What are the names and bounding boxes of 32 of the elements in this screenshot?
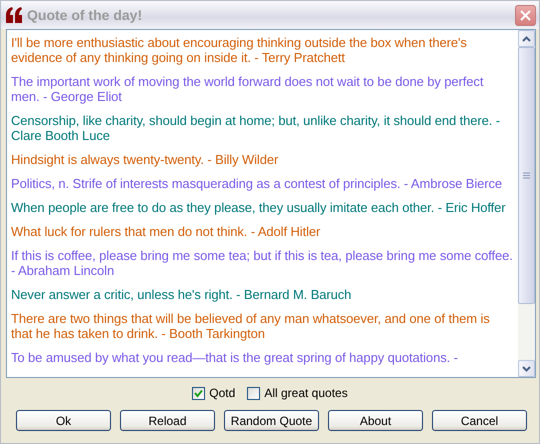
checkbox-label: Qotd <box>209 386 236 400</box>
scroll-thumb[interactable] <box>518 47 535 304</box>
quote-mark-icon <box>5 6 23 24</box>
quote-text: If this is coffee, please bring me some tea; but if this is tea, please bring me some coffee. - Abraham Lincoln <box>11 248 514 278</box>
close-button[interactable] <box>515 4 536 26</box>
checkbox[interactable] <box>247 386 260 400</box>
window-title: Quote of the day! <box>27 7 144 23</box>
grip-icon <box>523 172 530 179</box>
close-icon <box>519 8 532 22</box>
quote-text: What luck for rulers that men do not think. - Adolf Hitler <box>11 224 322 239</box>
chevron-up-icon <box>522 36 531 42</box>
quote-text: There are two things that will be believed of any man whatsoever, and one of them is that he has taken to drink. - Booth Tarkington <box>11 311 491 341</box>
quote-text: Politics, n. Strife of interests masquerading as a contest of principles. - Ambrose Bierce <box>11 176 504 191</box>
scroll-up-button[interactable] <box>518 30 535 47</box>
quote-text: Censorship, like charity, should begin at home; but, unlike charity, it should end there. - Clare Booth Luce <box>11 113 502 143</box>
scrollbar[interactable] <box>518 30 535 377</box>
dialog-button[interactable]: Reload <box>120 410 215 431</box>
check-icon <box>194 388 204 398</box>
quote-text: The important work of moving the world forward does not wait to be done by perfect men. - George Eliot <box>11 74 484 104</box>
chevron-down-icon <box>522 366 531 372</box>
checkbox-label: All great quotes <box>264 386 348 400</box>
dialog-button[interactable]: Ok <box>16 410 111 431</box>
quote-text: To be amused by what you read—that is the great spring of happy quotations. - <box>11 350 459 365</box>
quote-text: I'll be more enthusiastic about encouraging thinking outside the box when there's evidence of any thinking going on inside it. - Terry Pratchett <box>11 35 468 65</box>
dialog-button[interactable]: Cancel <box>432 410 527 431</box>
quote-text: When people are free to do as they please, they usually imitate each other. - Eric Hoffer <box>11 200 507 215</box>
dialog-button[interactable]: About <box>328 410 423 431</box>
scroll-down-button[interactable] <box>518 360 535 377</box>
quote-text: Never answer a critic, unless he's right. - Bernard M. Baruch <box>11 287 352 302</box>
dialog-button[interactable]: Random Quote <box>224 410 319 431</box>
checkbox[interactable] <box>192 386 206 400</box>
quote-text: Hindsight is always twenty-twenty. - Billy Wilder <box>11 152 280 167</box>
